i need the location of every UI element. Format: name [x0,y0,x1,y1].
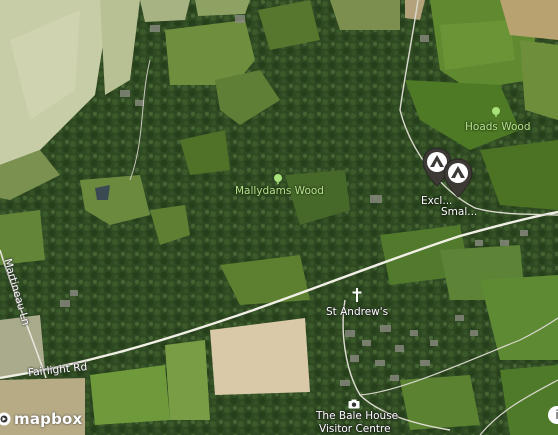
campsite-marker-2[interactable] [443,158,473,198]
field [0,210,45,265]
label-st-andrews: St Andrew's [326,306,389,318]
field [195,0,250,16]
label-bale-house: The Bale House [316,410,399,422]
label-hoads-wood: Hoads Wood [465,121,531,133]
field [140,0,190,22]
field [520,40,558,120]
field [165,340,210,420]
tree-icon [490,103,502,122]
satellite-map[interactable]: Mallydams Wood Hoads Wood St Andrew's Ma… [0,0,558,435]
label-mallydams-wood: Mallydams Wood [235,185,324,197]
field [330,0,400,30]
church-cross-icon [351,287,363,306]
campsite-marker-icon [443,158,473,198]
field [210,318,310,395]
mapbox-logo-icon [0,412,11,426]
label-visitor-centre: Visitor Centre [319,423,391,435]
marker-label-2[interactable]: Smal... [441,206,477,218]
field [90,365,170,425]
field [500,365,558,435]
mapbox-logo-text: mapbox [14,410,83,428]
mapbox-logo[interactable]: mapbox [0,410,82,428]
